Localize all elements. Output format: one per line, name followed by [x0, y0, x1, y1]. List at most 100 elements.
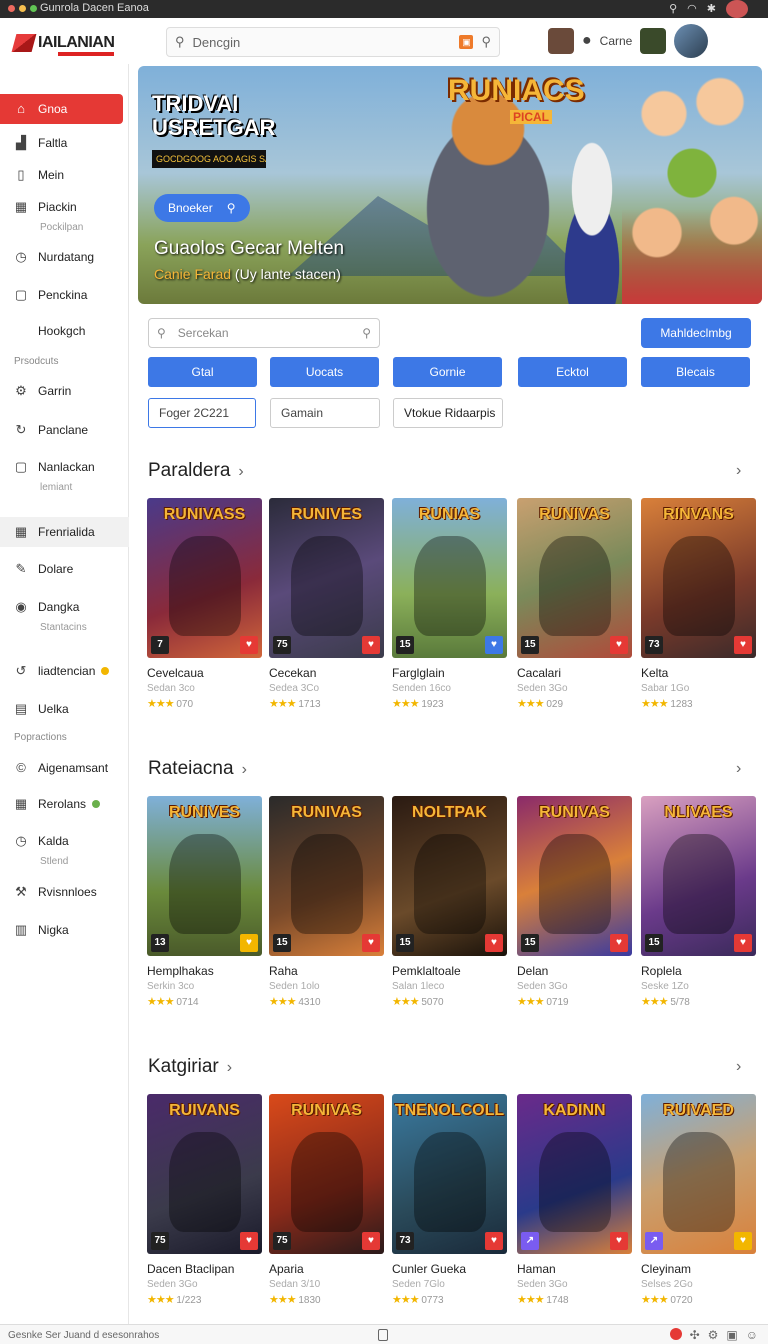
user-icon[interactable]: ☺	[746, 1328, 758, 1342]
game-title[interactable]: Cunler Gueka	[392, 1262, 507, 1276]
brand-logo[interactable]: IAILANIAN	[11, 34, 115, 52]
sidebar-item-panclane[interactable]: ↻ Panclane	[0, 415, 129, 445]
game-title[interactable]: Cleyinam	[641, 1262, 756, 1276]
hero-search-button[interactable]: Bnoeker ⚲	[154, 194, 250, 222]
device-icon[interactable]	[378, 1329, 388, 1341]
hero-banner[interactable]: TRIDVAI USRETGAR GOCDGOOG AOO AGIS SAGD …	[138, 66, 762, 304]
game-cover[interactable]: RUIVAED ↗ ♥	[641, 1094, 756, 1254]
close-dot[interactable]	[8, 5, 15, 12]
favorite-icon[interactable]: ♥	[240, 1232, 258, 1250]
game-title[interactable]: Aparia	[269, 1262, 384, 1276]
favorite-icon[interactable]: ♥	[734, 636, 752, 654]
filter-field[interactable]: Vtokue Ridaarpis	[393, 398, 503, 428]
window-controls[interactable]	[8, 5, 37, 12]
sidebar-item-nanlackan[interactable]: ▢ Nanlackan	[0, 452, 129, 482]
minimize-dot[interactable]	[19, 5, 26, 12]
game-card[interactable]: RUNIVAS 15 ♥ Delan Seden 3Go ★★★ 0719	[517, 796, 632, 1008]
favorite-icon[interactable]: ♥	[734, 934, 752, 952]
game-title[interactable]: Cacalari	[517, 666, 632, 680]
sidebar-item-frenrialida[interactable]: ▦ Frenrialida	[0, 517, 129, 547]
scroll-right-icon[interactable]: ›	[736, 462, 741, 480]
favorite-icon[interactable]: ♥	[734, 1232, 752, 1250]
game-cover[interactable]: RUNIVAS 75 ♥	[269, 1094, 384, 1254]
game-card[interactable]: KADINN ↗ ♥ Haman Seden 3Go ★★★ 1748	[517, 1094, 632, 1306]
filter-chip[interactable]: Gornie	[393, 357, 502, 387]
game-cover[interactable]: RUNIVES 75 ♥	[269, 498, 384, 658]
game-card[interactable]: TNENOLCOLL 73 ♥ Cunler Gueka Seden 7Glo ★★★ 0…	[392, 1094, 507, 1306]
game-title[interactable]: Delan	[517, 964, 632, 978]
favorite-icon[interactable]: ♥	[240, 636, 258, 654]
game-title[interactable]: Pemklaltoale	[392, 964, 507, 978]
game-card[interactable]: NOLTPAK 15 ♥ Pemklaltoale Salan 1leco ★★★ 507…	[392, 796, 507, 1008]
favorite-icon[interactable]: ♥	[610, 934, 628, 952]
section-title[interactable]: Paraldera ›	[148, 460, 244, 482]
game-cover[interactable]: RUNIVAS 15 ♥	[517, 796, 632, 956]
gear-icon[interactable]: ⚙	[708, 1328, 719, 1342]
game-card[interactable]: RUIVANS 75 ♥ Dacen Btaclipan Seden 3Go ★★★ 1/…	[147, 1094, 262, 1306]
avatar[interactable]	[726, 0, 748, 18]
game-title[interactable]: Raha	[269, 964, 384, 978]
sidebar-item-nurdatang[interactable]: ◷ Nurdatang	[0, 242, 129, 272]
game-cover[interactable]: RUNIVES 13 ♥	[147, 796, 262, 956]
game-card[interactable]: RUNIVAS 75 ♥ Aparia Sedan 3/10 ★★★ 1830	[269, 1094, 384, 1306]
scroll-right-icon[interactable]: ›	[736, 1058, 741, 1076]
game-card[interactable]: RUIVAED ↗ ♥ Cleyinam Selses 2Go ★★★ 0720	[641, 1094, 756, 1306]
sidebar-item-nigka[interactable]: ▥ Nigka	[0, 915, 129, 945]
game-title[interactable]: Farglglain	[392, 666, 507, 680]
favorite-icon[interactable]: ♥	[362, 1232, 380, 1250]
window-icon[interactable]: ▣	[726, 1328, 737, 1342]
game-card[interactable]: RUNIVAS 15 ♥ Raha Seden 1olo ★★★ 4310	[269, 796, 384, 1008]
filter-search-input[interactable]: ⚲ Sercekan ⚲	[148, 318, 380, 348]
game-card[interactable]: RUNIVASS 7 ♥ Cevelcaua Sedan 3co ★★★ 070	[147, 498, 262, 710]
game-title[interactable]: Hemplhakas	[147, 964, 262, 978]
game-cover[interactable]: KADINN ↗ ♥	[517, 1094, 632, 1254]
filter-field[interactable]: Foger 2C221	[148, 398, 256, 428]
sidebar-item-aigenamsant[interactable]: © Aigenamsant	[0, 753, 129, 783]
game-cover[interactable]: RINVANS 73 ♥	[641, 498, 756, 658]
game-card[interactable]: RUNIVES 13 ♥ Hemplhakas Serkin 3co ★★★ 0714	[147, 796, 262, 1008]
sidebar-item-dolare[interactable]: ✎ Dolare	[0, 554, 129, 584]
sidebar-item-piackin[interactable]: ▦ Piackin	[0, 192, 129, 222]
game-title[interactable]: Kelta	[641, 666, 756, 680]
game-card[interactable]: RUNIVES 75 ♥ Cecekan Sedea 3Co ★★★ 1713	[269, 498, 384, 710]
user-label[interactable]: Carne	[600, 34, 633, 48]
favorite-icon[interactable]: ♥	[485, 934, 503, 952]
favorite-icon[interactable]: ♥	[240, 934, 258, 952]
filter-action-button[interactable]: Mahldeclmbg	[641, 318, 751, 348]
puzzle-icon[interactable]: ✣	[690, 1328, 700, 1342]
game-title[interactable]: Dacen Btaclipan	[147, 1262, 262, 1276]
sidebar-item-faltla[interactable]: ▟ Faltla	[0, 128, 129, 158]
sidebar-item-penckina[interactable]: ▢ Penckina	[0, 280, 129, 310]
sidebar-item-kalda[interactable]: ◷ Kalda	[0, 826, 129, 856]
filter-chip[interactable]: Gtal	[148, 357, 257, 387]
game-title[interactable]: Roplela	[641, 964, 756, 978]
sidebar-item-liadtencian[interactable]: ↺ liadtencian	[0, 656, 129, 686]
filter-icon[interactable]: ▣	[459, 35, 474, 49]
game-card[interactable]: RUNIAS 15 ♥ Farglglain Senden 16co ★★★ 1923	[392, 498, 507, 710]
zoom-dot[interactable]	[30, 5, 37, 12]
game-cover[interactable]: RUNIVASS 7 ♥	[147, 498, 262, 658]
filter-chip[interactable]: Uocats	[270, 357, 379, 387]
game-title[interactable]: Haman	[517, 1262, 632, 1276]
chat-icon[interactable]: ●	[582, 32, 592, 50]
profile-avatar[interactable]	[674, 24, 709, 58]
sidebar-item-uelka[interactable]: ▤ Uelka	[0, 694, 129, 724]
favorite-icon[interactable]: ♥	[485, 1232, 503, 1250]
favorite-icon[interactable]: ♥	[362, 636, 380, 654]
favorite-icon[interactable]: ♥	[485, 636, 503, 654]
game-card[interactable]: RINVANS 73 ♥ Kelta Sabar 1Go ★★★ 1283	[641, 498, 756, 710]
sidebar-item-mein[interactable]: ▯ Mein	[0, 160, 129, 190]
game-cover[interactable]: RUNIAS 15 ♥	[392, 498, 507, 658]
sidebar-item-garrin[interactable]: ⚙ Garrin	[0, 376, 129, 406]
global-search[interactable]: ⚲ Dencgin ▣ ⚲	[166, 27, 500, 57]
sidebar-item-rerolans[interactable]: ▦ Rerolans	[0, 789, 129, 819]
filter-field[interactable]: Gamain	[270, 398, 380, 428]
sidebar-item-dangka[interactable]: ◉ Dangka	[0, 592, 129, 622]
game-cover[interactable]: NLIVAES 15 ♥	[641, 796, 756, 956]
search-submit-icon[interactable]: ⚲	[481, 34, 491, 50]
favorite-icon[interactable]: ♥	[362, 934, 380, 952]
scroll-right-icon[interactable]: ›	[736, 760, 741, 778]
wifi-icon[interactable]: ◠	[687, 2, 697, 18]
favorite-icon[interactable]: ♥	[610, 1232, 628, 1250]
sidebar-item-hookgch[interactable]: Hookgch	[0, 316, 129, 346]
